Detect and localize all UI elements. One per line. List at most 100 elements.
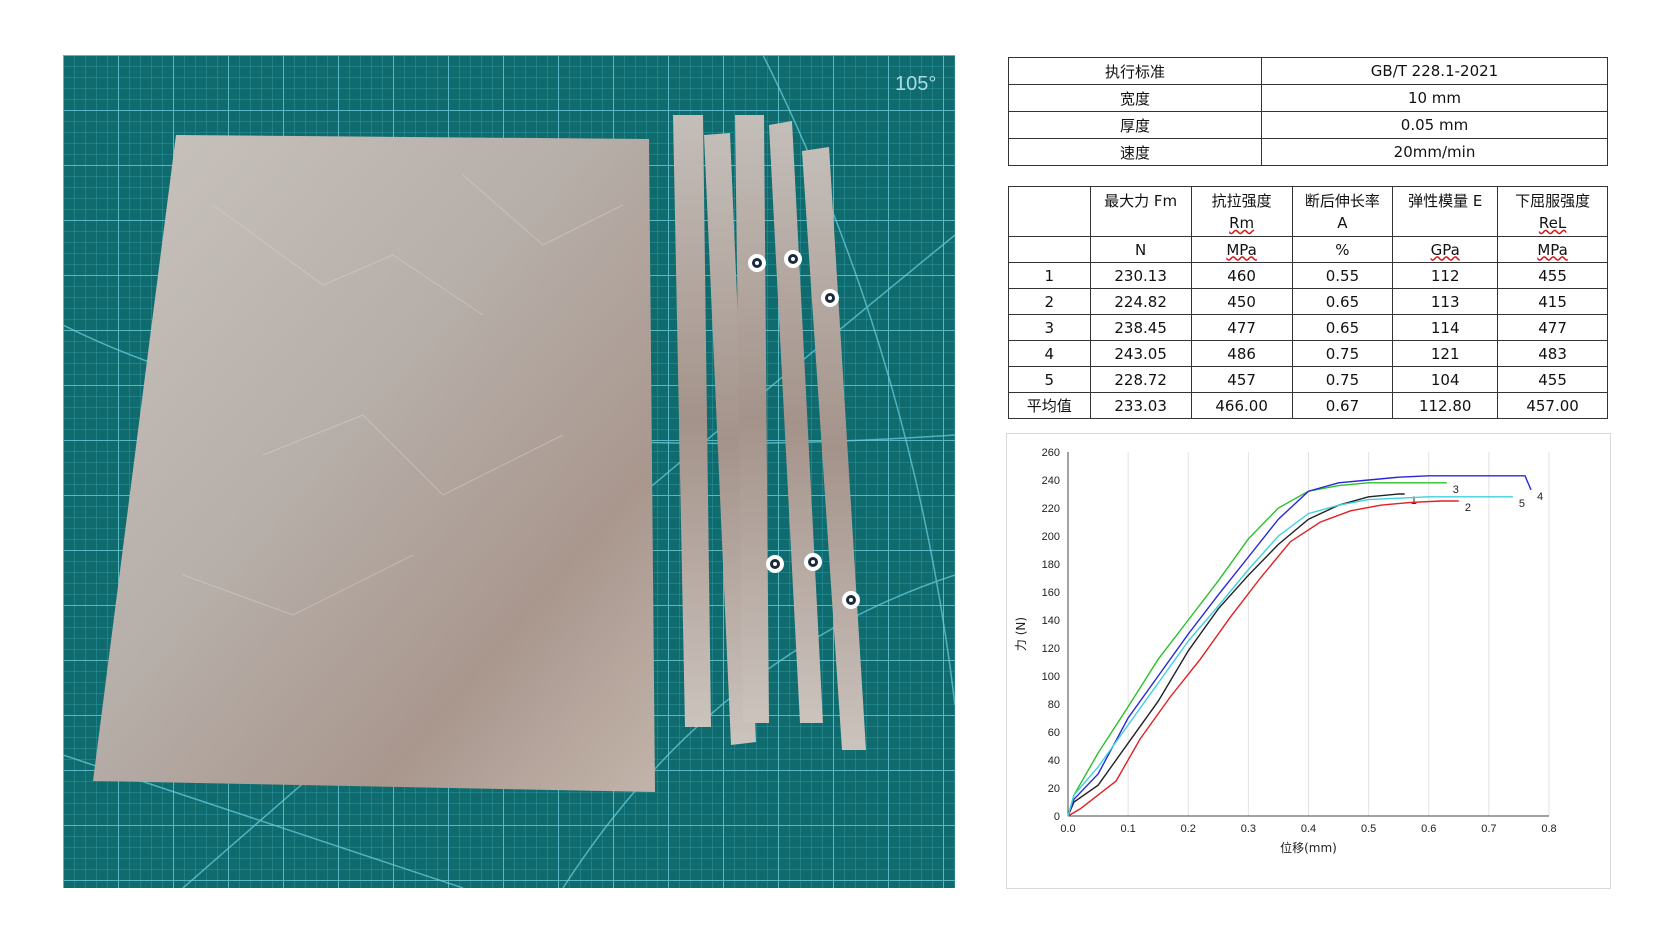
y-tick-label: 20	[1048, 783, 1060, 795]
table-cell	[1008, 236, 1091, 263]
x-tick-label: 0.0	[1060, 823, 1075, 835]
table-row: 1 230.13 460 0.55 112 455	[1008, 262, 1608, 289]
table-cell: 执行标准	[1008, 57, 1262, 85]
series-line	[1067, 500, 1459, 817]
table-row: 宽度 10 mm	[1008, 84, 1608, 112]
y-tick-label: 60	[1048, 727, 1060, 739]
x-tick-label: 0.5	[1361, 823, 1376, 835]
table-row: 最大力 Fm 抗拉强度 Rm 断后伸长率 A 弹性模量 E 下屈服强度 ReL	[1008, 186, 1608, 237]
y-tick-label: 80	[1048, 699, 1060, 711]
table-cell: 112.80	[1392, 392, 1499, 419]
table-cell: 114	[1392, 314, 1499, 341]
table-cell: 弹性模量 E	[1392, 186, 1499, 237]
table-cell: 233.03	[1089, 392, 1192, 419]
specimen-photo: 105°	[63, 55, 955, 888]
cutting-mat-graphic	[63, 55, 955, 888]
table-cell	[1008, 186, 1091, 237]
table-cell: 486	[1190, 340, 1293, 367]
y-tick-label: 40	[1048, 755, 1060, 767]
table-cell: 2	[1008, 288, 1091, 315]
series-label: 3	[1453, 484, 1459, 496]
table-cell: 断后伸长率 A	[1291, 186, 1394, 237]
table-cell: 最大力 Fm	[1089, 186, 1192, 237]
series-label: 2	[1465, 502, 1471, 514]
table-cell: GB/T 228.1-2021	[1261, 57, 1608, 85]
foil-sheet	[93, 135, 655, 792]
table-cell: 457	[1190, 366, 1293, 393]
table-cell: 0.75	[1291, 340, 1394, 367]
table-cell: 224.82	[1089, 288, 1192, 315]
table-cell: 厚度	[1008, 111, 1262, 139]
series-line	[1067, 493, 1405, 817]
table-cell: 113	[1392, 288, 1499, 315]
y-tick-label: 0	[1054, 811, 1060, 823]
x-tick-label: 0.3	[1241, 823, 1256, 835]
y-tick-label: 220	[1042, 503, 1060, 515]
table-cell: 3	[1008, 314, 1091, 341]
x-tick-label: 0.7	[1481, 823, 1496, 835]
table-cell: 1	[1008, 262, 1091, 289]
table-row: 速度 20mm/min	[1008, 138, 1608, 166]
table-row: 厚度 0.05 mm	[1008, 111, 1608, 139]
y-tick-label: 160	[1042, 587, 1060, 599]
y-tick-label: 140	[1042, 615, 1060, 627]
table-cell: 230.13	[1089, 262, 1192, 289]
y-tick-label: 260	[1042, 447, 1060, 459]
y-tick-label: 200	[1042, 531, 1060, 543]
x-axis-label: 位移(mm)	[1280, 840, 1337, 855]
table-cell: 0.65	[1291, 314, 1394, 341]
y-tick-label: 240	[1042, 475, 1060, 487]
table-cell: 速度	[1008, 138, 1262, 166]
table-cell: 0.75	[1291, 366, 1394, 393]
tensile-results-table: 最大力 Fm 抗拉强度 Rm 断后伸长率 A 弹性模量 E 下屈服强度 ReL N MPa% GPa…	[1008, 186, 1608, 419]
table-cell: MPa	[1190, 236, 1293, 263]
table-cell: 4	[1008, 340, 1091, 367]
table-cell: 460	[1190, 262, 1293, 289]
table-row: 2 224.82 450 0.65 113 415	[1008, 288, 1608, 315]
table-cell: 483	[1497, 340, 1608, 367]
y-tick-label: 100	[1042, 671, 1060, 683]
table-row: 执行标准 GB/T 228.1-2021	[1008, 57, 1608, 85]
table-cell: 下屈服强度 ReL	[1497, 186, 1608, 237]
table-cell: N	[1089, 236, 1192, 263]
table-cell: 238.45	[1089, 314, 1192, 341]
table-cell: 466.00	[1190, 392, 1293, 419]
x-tick-label: 0.1	[1120, 823, 1135, 835]
table-cell: 121	[1392, 340, 1499, 367]
series-label: 4	[1537, 491, 1543, 503]
table-cell: 457.00	[1497, 392, 1608, 419]
mat-angle-label: 105°	[895, 73, 937, 95]
x-tick-label: 0.2	[1181, 823, 1196, 835]
table-cell: %	[1291, 236, 1394, 263]
table-cell: 104	[1392, 366, 1499, 393]
y-tick-label: 120	[1042, 643, 1060, 655]
table-cell: 455	[1497, 366, 1608, 393]
y-axis-label: 力 (N)	[1014, 617, 1028, 651]
table-cell: 0.55	[1291, 262, 1394, 289]
table-cell: 415	[1497, 288, 1608, 315]
table-row: 4 243.05 486 0.75 121 483	[1008, 340, 1608, 367]
table-cell: 477	[1497, 314, 1608, 341]
table-cell: 0.65	[1291, 288, 1394, 315]
table-cell: 243.05	[1089, 340, 1192, 367]
table-cell: 平均值	[1008, 392, 1091, 419]
table-cell: 5	[1008, 366, 1091, 393]
table-row: N MPa% GPa MPa	[1008, 236, 1608, 263]
table-cell: MPa	[1497, 236, 1608, 263]
table-cell: 0.67	[1291, 392, 1394, 419]
x-tick-label: 0.4	[1301, 823, 1316, 835]
table-cell: 抗拉强度 Rm	[1190, 186, 1293, 237]
table-cell: 455	[1497, 262, 1608, 289]
table-row: 3 238.45 477 0.65 114 477	[1008, 314, 1608, 341]
table-cell: 477	[1190, 314, 1293, 341]
table-cell: 0.05 mm	[1261, 111, 1608, 139]
table-cell: 228.72	[1089, 366, 1192, 393]
table-cell: 宽度	[1008, 84, 1262, 112]
series-label: 5	[1519, 498, 1525, 510]
table-cell: 10 mm	[1261, 84, 1608, 112]
table-row: 平均值 233.03 466.00 0.67 112.80 457.00	[1008, 392, 1608, 419]
series-line	[1067, 496, 1513, 817]
x-tick-label: 0.8	[1541, 823, 1556, 835]
table-cell: 20mm/min	[1261, 138, 1608, 166]
chart-svg: 0.0 0.1 0.2 0.3 0.4 0.5 0.6 0.7 0.8 0 20 40 60 80 100 1…	[1014, 447, 1557, 855]
